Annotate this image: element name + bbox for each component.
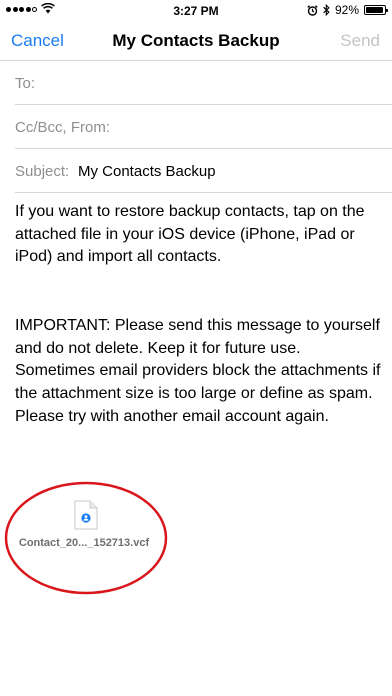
subject-value[interactable]: My Contacts Backup <box>78 163 216 180</box>
cc-bcc-from-label: Cc/Bcc, From: <box>15 119 111 136</box>
bluetooth-icon <box>323 4 330 16</box>
compose-screen: 3:27 PM 92% Cancel My Contacts Backup Se… <box>0 0 392 696</box>
status-bar: 3:27 PM 92% <box>0 0 392 22</box>
battery-icon <box>364 5 388 15</box>
message-body-paragraph-1[interactable]: If you want to restore backup contacts, … <box>15 201 383 269</box>
cc-bcc-from-field[interactable]: Cc/Bcc, From: <box>0 105 392 149</box>
to-field[interactable]: To: <box>0 61 392 105</box>
attachment[interactable]: Contact_20..._152713.vcf <box>4 480 168 596</box>
send-button[interactable]: Send <box>340 31 380 51</box>
to-label: To: <box>15 75 36 92</box>
navigation-bar: Cancel My Contacts Backup Send <box>0 22 392 61</box>
subject-label: Subject: <box>15 163 70 180</box>
alarm-icon <box>307 4 318 16</box>
subject-field[interactable]: Subject: My Contacts Backup <box>0 149 392 193</box>
message-body-paragraph-2[interactable]: IMPORTANT: Please send this message to y… <box>15 315 383 429</box>
cancel-button[interactable]: Cancel <box>11 31 64 51</box>
battery-percentage: 92% <box>334 3 359 17</box>
attachment-file-name: Contact_20..._152713.vcf <box>18 537 150 549</box>
vcard-file-icon[interactable] <box>74 500 98 530</box>
